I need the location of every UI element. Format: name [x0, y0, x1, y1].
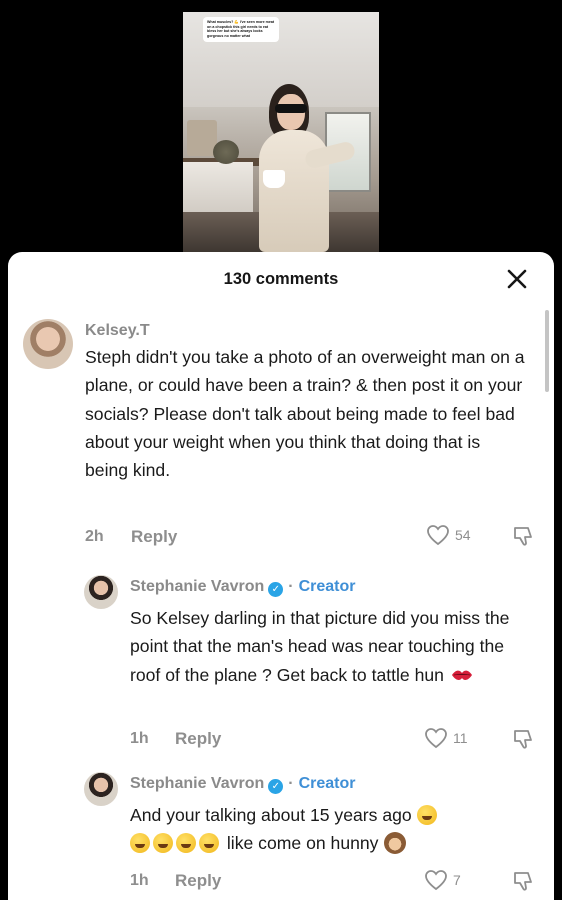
heart-icon — [425, 870, 447, 891]
see-no-evil-monkey-icon — [384, 832, 407, 855]
video-plant — [213, 140, 239, 164]
rofl-emoji-icon — [130, 833, 150, 854]
avatar[interactable] — [84, 772, 118, 806]
video-thumbnail[interactable]: What muscles? 💪 I've seen more meat on a… — [183, 12, 379, 252]
comment-line-1: And your talking about 15 years ago — [130, 801, 540, 829]
person-cup — [263, 170, 285, 188]
rofl-emoji-icon — [153, 833, 173, 854]
comment-text-line-1: And your talking about 15 years ago — [130, 805, 412, 825]
comment-line-2: like come on hunny — [130, 829, 540, 857]
comment-time: 1h — [130, 872, 149, 889]
dislike-icon — [514, 872, 532, 891]
rofl-emoji-icon — [176, 833, 196, 854]
reply-button[interactable]: Reply — [175, 871, 221, 891]
dislike-button[interactable] — [511, 869, 535, 898]
comment-text-container: And your talking about 15 years ago like… — [130, 801, 540, 858]
rofl-emoji-icon — [416, 805, 437, 825]
like-count: 7 — [453, 872, 461, 888]
creator-badge: Creator — [298, 775, 356, 792]
username-row: Stephanie Vavron ✓ · Creator — [130, 775, 356, 794]
username[interactable]: Stephanie Vavron — [130, 775, 264, 792]
person-sunglasses — [275, 104, 307, 113]
video-caption: What muscles? 💪 I've seen more meat on a… — [203, 17, 279, 43]
rofl-emoji-icon — [199, 833, 219, 854]
like-button[interactable]: 7 — [424, 869, 461, 891]
verified-icon: ✓ — [268, 779, 284, 794]
comment-stephanie-reply-2: Stephanie Vavron ✓ · Creator And your talki… — [8, 252, 554, 900]
comment-text-line-2: like come on hunny — [226, 833, 379, 854]
comments-sheet: 130 comments Kelsey.T Steph didn't you t… — [8, 252, 554, 900]
video-area: What muscles? 💪 I've seen more meat on a… — [0, 0, 562, 252]
separator: · — [288, 775, 294, 792]
